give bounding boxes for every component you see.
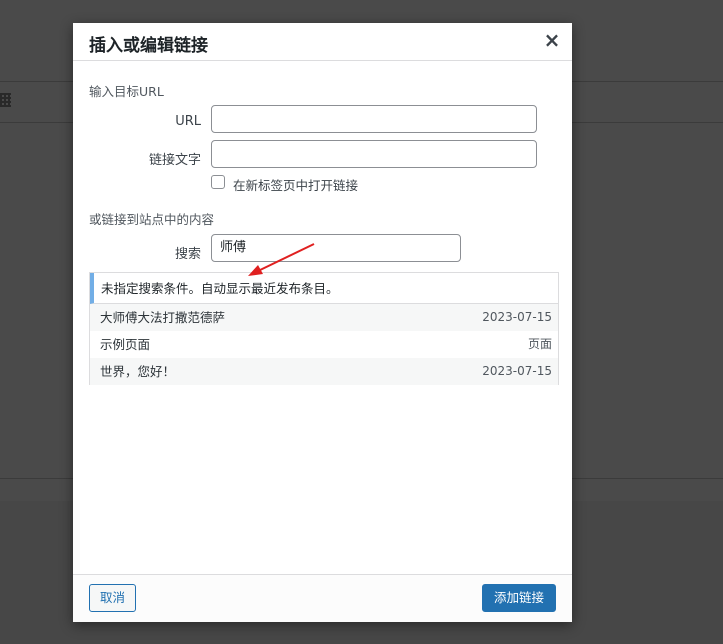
- close-icon[interactable]: ×: [542, 29, 562, 51]
- insert-link-dialog: 插入或编辑链接 × 输入目标URL URL 链接文字 在新标签页中打开链接 或链…: [73, 23, 572, 622]
- url-label: URL: [175, 114, 201, 129]
- result-meta: 2023-07-15: [482, 310, 552, 324]
- search-input[interactable]: 师傅: [211, 234, 461, 262]
- dialog-footer: 取消 添加链接: [73, 574, 572, 622]
- dialog-title: 插入或编辑链接: [89, 36, 208, 56]
- link-text-input[interactable]: [211, 140, 537, 168]
- search-notice: 未指定搜索条件。自动显示最近发布条目。: [90, 273, 558, 304]
- result-row[interactable]: 大师傅大法打撒范德萨 2023-07-15: [90, 304, 558, 331]
- url-section-heading: 输入目标URL: [89, 84, 164, 99]
- dialog-header: 插入或编辑链接 ×: [73, 23, 572, 61]
- result-title: 世界，您好！: [100, 364, 176, 379]
- link-text-label: 链接文字: [148, 153, 201, 168]
- toolbar-grid-icon: [0, 93, 11, 107]
- result-meta: 页面: [527, 337, 552, 351]
- url-input[interactable]: [211, 105, 537, 133]
- result-meta: 2023-07-15: [482, 364, 552, 378]
- result-title: 示例页面: [100, 337, 151, 352]
- add-link-button[interactable]: 添加链接: [482, 584, 556, 612]
- search-section-heading: 或链接到站点中的内容: [89, 212, 215, 227]
- search-results: 未指定搜索条件。自动显示最近发布条目。 大师傅大法打撒范德萨 2023-07-1…: [89, 272, 559, 385]
- cancel-button[interactable]: 取消: [89, 584, 136, 612]
- result-row[interactable]: 示例页面 页面: [90, 331, 558, 358]
- search-label: 搜索: [174, 247, 201, 262]
- new-tab-label[interactable]: 在新标签页中打开链接: [233, 175, 358, 194]
- new-tab-checkbox[interactable]: [211, 175, 225, 189]
- result-row[interactable]: 世界，您好！ 2023-07-15: [90, 358, 558, 385]
- result-title: 大师傅大法打撒范德萨: [100, 310, 226, 325]
